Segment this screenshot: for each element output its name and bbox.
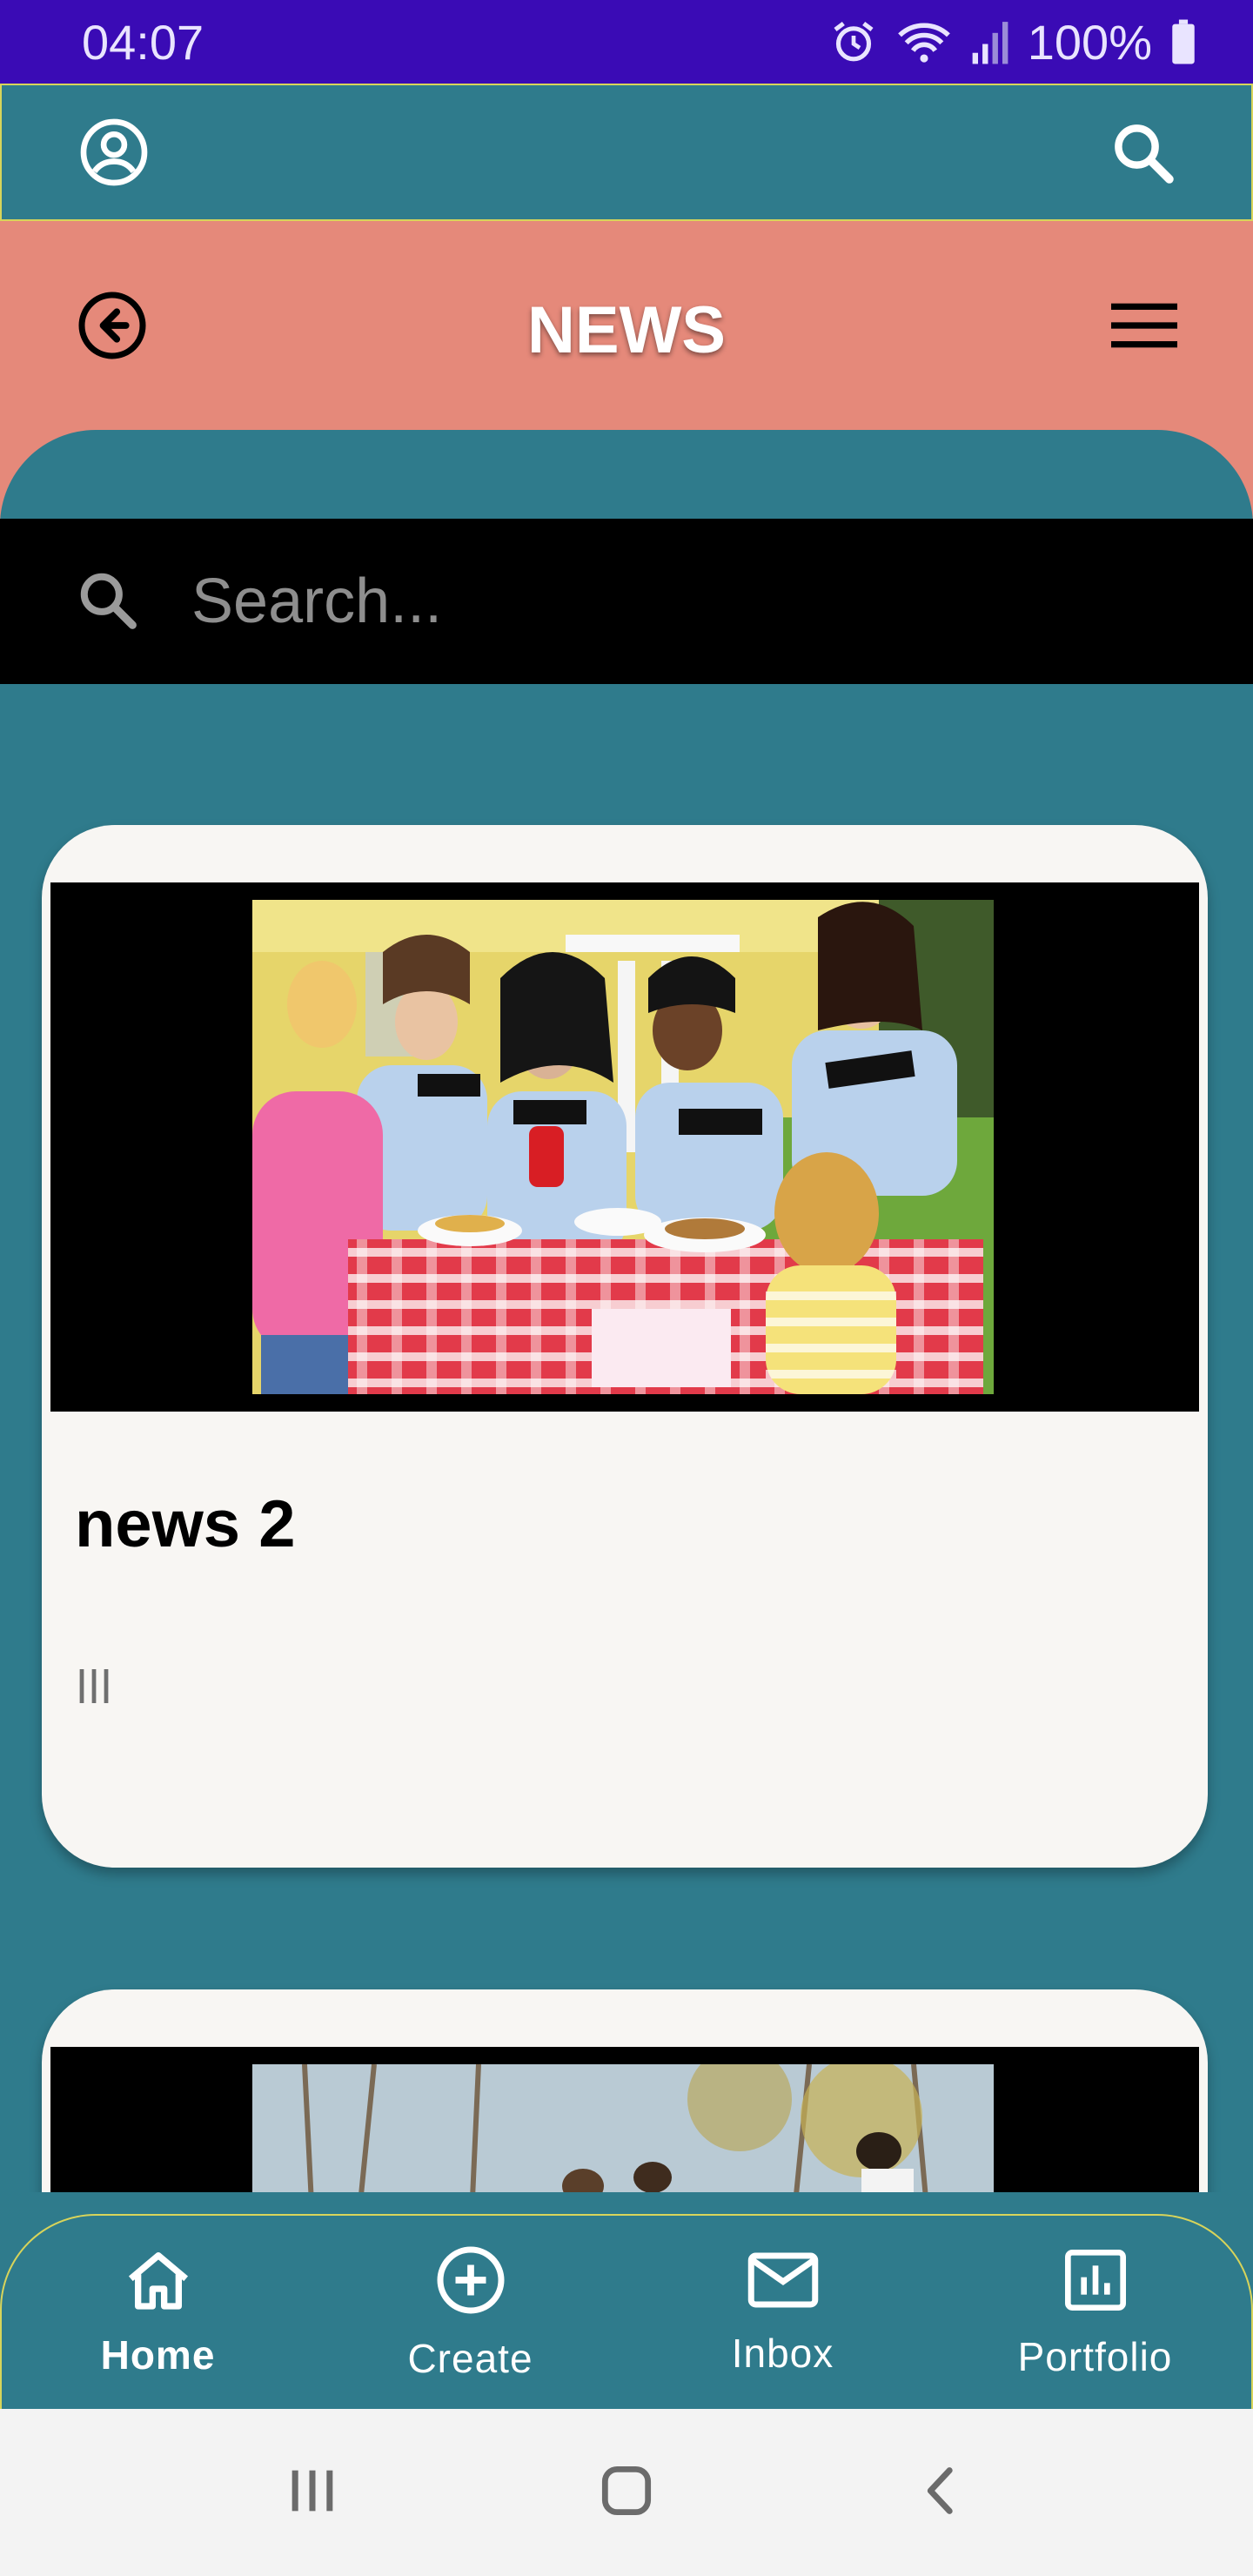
wifi-icon [895, 17, 953, 66]
bar-chart-icon [1061, 2245, 1130, 2319]
volunteers-bake-sale-photo [252, 900, 994, 1394]
nav-label-home: Home [100, 2331, 216, 2378]
home-button-icon[interactable] [594, 2459, 659, 2527]
search-icon[interactable] [1103, 113, 1182, 191]
battery-percent: 100% [1027, 14, 1152, 70]
search-bar [0, 519, 1253, 684]
system-navigation-bar [0, 2409, 1253, 2576]
hamburger-menu-icon[interactable] [1105, 286, 1183, 365]
nav-item-portfolio[interactable]: Portfolio [939, 2245, 1251, 2380]
mail-icon [747, 2249, 820, 2316]
battery-icon [1169, 17, 1197, 66]
alarm-icon [829, 17, 878, 66]
signal-icon [970, 17, 1010, 66]
home-icon [124, 2247, 193, 2318]
status-icons: 100% [829, 14, 1197, 70]
status-bar: 04:07 100% [0, 0, 1253, 84]
back-arrow-circle-icon[interactable] [73, 286, 151, 365]
nav-item-create[interactable]: Create [314, 2244, 626, 2382]
news-image-container [50, 2047, 1199, 2192]
app-screen: 04:07 100% NEWS Search... news 2 lll Hom… [0, 0, 1253, 2576]
nav-label-portfolio: Portfolio [1017, 2333, 1173, 2379]
status-time: 04:07 [82, 14, 204, 70]
nav-item-home[interactable]: Home [2, 2247, 314, 2378]
nav-label-inbox: Inbox [731, 2330, 834, 2376]
account-circle-icon[interactable] [75, 113, 153, 191]
news-feed[interactable]: news 2 lll [0, 684, 1253, 2192]
nav-label-create: Create [407, 2335, 533, 2381]
bottom-navigation: Home Create Inbox Portfolio [0, 2214, 1253, 2409]
top-app-bar [0, 84, 1253, 221]
back-icon[interactable] [910, 2460, 971, 2526]
page-title: NEWS [527, 293, 726, 367]
news-body: lll [77, 1661, 113, 1714]
news-image-container [50, 882, 1199, 1412]
news-title: news 2 [75, 1487, 296, 1561]
plus-circle-icon [434, 2244, 507, 2321]
news-card[interactable]: news 2 lll [42, 825, 1208, 1868]
search-input[interactable] [191, 566, 1149, 637]
news-card[interactable] [42, 1989, 1208, 2192]
nav-item-inbox[interactable]: Inbox [626, 2249, 939, 2377]
recents-icon[interactable] [282, 2460, 343, 2526]
search-icon [75, 567, 139, 636]
outdoor-volunteers-photo [252, 2064, 994, 2192]
page-header: NEWS [0, 221, 1253, 430]
